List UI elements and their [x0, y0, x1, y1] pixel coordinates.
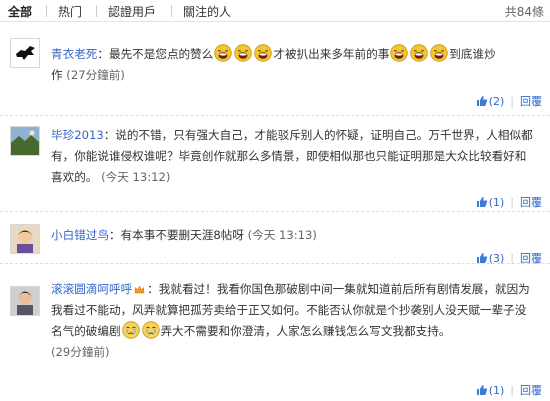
crying-emoji-icon — [141, 321, 160, 339]
action-divider: | — [510, 384, 514, 397]
like-count: (1) — [488, 196, 505, 209]
comment-text: 作 — [51, 68, 63, 82]
like-button[interactable]: (1) — [476, 196, 505, 209]
action-divider: | — [510, 95, 514, 108]
character-avatar-icon — [11, 225, 39, 253]
comment-username[interactable]: 毕珍2013 — [51, 128, 104, 142]
like-count: (2) — [488, 95, 505, 108]
tab-divider — [96, 5, 97, 17]
bird-silhouette-avatar-icon — [11, 39, 39, 67]
laughing-emoji-icon — [410, 44, 428, 62]
comment-timestamp: (29分鐘前) — [51, 345, 110, 359]
comment-body: 滚滚圆滴呵呼呼 ：我就看过！我看你国色那破剧中间一集就知道前后所有剧情发展，就因为… — [51, 279, 537, 363]
laughing-emoji-icon — [214, 44, 233, 62]
comment-filter-tabs: 全部 热门 認證用戶 關注的人 共84條 — [0, 0, 550, 22]
comment-text: ：有本事不要删天涯8帖呀 — [108, 228, 244, 242]
crown-icon — [134, 284, 145, 295]
comment-text: ：最先不是您点的赞么 — [97, 47, 214, 61]
comment-body: 青衣老死：最先不是您点的赞么 才被扒出来多年前的事 到底谁炒作 (27分鐘前) — [51, 44, 537, 86]
comment-body: 小白错过鸟：有本事不要删天涯8帖呀 (今天 13:13) — [51, 225, 537, 246]
comment-text: 到底谁炒 — [449, 47, 496, 61]
comment-actions: (2) | 回覆 — [476, 93, 542, 109]
comment-item: 青衣老死：最先不是您点的赞么 才被扒出来多年前的事 到底谁炒作 (27分鐘前) (2… — [0, 24, 550, 116]
thumbs-up-icon — [476, 95, 488, 107]
avatar[interactable] — [10, 224, 40, 254]
comment-text: 弄大不需要和你澄清，人家怎么赚钱怎么写文我都支持。 — [160, 324, 451, 338]
reply-button[interactable]: 回覆 — [520, 95, 542, 108]
landscape-photo-avatar-icon — [11, 127, 39, 155]
comment-body: 毕珍2013：说的不错，只有强大自己，才能驳斥别人的怀疑，证明自己。万千世界，人… — [51, 125, 537, 188]
comment-username[interactable]: 青衣老死 — [51, 47, 97, 61]
avatar[interactable] — [10, 286, 40, 316]
comment-timestamp: (今天 13:12) — [101, 170, 171, 184]
comment-text: 才被扒出来多年前的事 — [273, 47, 390, 61]
thumbs-up-icon — [476, 384, 488, 396]
reply-button[interactable]: 回覆 — [520, 196, 542, 209]
comment-actions: (1) | 回覆 — [476, 382, 542, 398]
avatar[interactable] — [10, 38, 40, 68]
like-button[interactable]: (2) — [476, 95, 505, 108]
person-photo-avatar-icon — [11, 287, 39, 315]
comment-item: 毕珍2013：说的不错，只有强大自己，才能驳斥别人的怀疑，证明自己。万千世界，人… — [0, 116, 550, 212]
like-button[interactable]: (1) — [476, 384, 505, 397]
laughing-emoji-icon — [390, 44, 408, 62]
comment-timestamp: (今天 13:13) — [247, 228, 317, 242]
comment-username[interactable]: 滚滚圆滴呵呼呼 — [51, 282, 132, 296]
reply-button[interactable]: 回覆 — [520, 384, 542, 397]
laughing-emoji-icon — [254, 44, 273, 62]
thumbs-up-icon — [476, 252, 488, 264]
action-divider: | — [510, 196, 514, 209]
like-count: (1) — [488, 384, 505, 397]
laughing-emoji-icon — [430, 44, 448, 62]
avatar[interactable] — [10, 126, 40, 156]
comment-total-count: 共84條 — [504, 5, 544, 19]
crying-emoji-icon — [121, 321, 140, 339]
comment-actions: (1) | 回覆 — [476, 194, 542, 210]
tab-divider — [46, 5, 47, 17]
comment-item: 滚滚圆滴呵呼呼 ：我就看过！我看你国色那破剧中间一集就知道前后所有剧情发展，就因为… — [0, 264, 550, 401]
tab-verified-users[interactable]: 認證用戶 — [108, 3, 156, 20]
comment-timestamp: (27分鐘前) — [66, 68, 125, 82]
tab-hot[interactable]: 热门 — [58, 3, 82, 20]
thumbs-up-icon — [476, 196, 488, 208]
comment-item: 小白错过鸟：有本事不要删天涯8帖呀 (今天 13:13) (3) | 回覆 — [0, 212, 550, 265]
tab-all[interactable]: 全部 — [8, 3, 32, 20]
tab-following[interactable]: 關注的人 — [183, 3, 231, 20]
tab-divider — [171, 5, 172, 17]
comment-username[interactable]: 小白错过鸟 — [51, 228, 109, 242]
laughing-emoji-icon — [234, 44, 253, 62]
